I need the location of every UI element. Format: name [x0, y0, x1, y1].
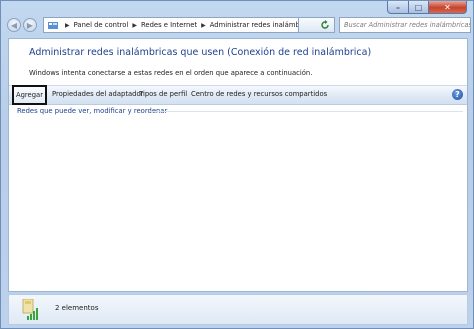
arrow-right-icon: ▶: [26, 20, 34, 30]
breadcrumb-separator: ▶: [132, 21, 137, 29]
breadcrumb-separator: ▶: [201, 21, 206, 29]
search-input[interactable]: Buscar Administrar redes inalámbricas: [339, 17, 471, 33]
arrow-left-icon: ◀: [10, 20, 18, 30]
divider: [149, 111, 463, 112]
forward-button[interactable]: ▶: [23, 18, 37, 32]
caption-buttons: – □ ✕: [387, 1, 467, 15]
profile-types-button[interactable]: Tipos de perfil: [139, 90, 187, 98]
breadcrumb-item[interactable]: Administrar redes inalámbricas: [210, 21, 298, 29]
breadcrumb-item[interactable]: Redes e Internet: [141, 21, 197, 29]
network-center-button[interactable]: Centro de redes y recursos compartidos: [191, 90, 327, 98]
toolbar: Agregar Propiedades del adaptador Tipos …: [9, 85, 467, 105]
window: – □ ✕ ◀ ▶ ▶ Panel de control ▶ Redes e I…: [0, 0, 474, 329]
page-subtitle: Windows intenta conectarse a estas redes…: [29, 69, 313, 77]
minimize-button[interactable]: –: [387, 1, 409, 14]
address-bar[interactable]: ▶ Panel de control ▶ Redes e Internet ▶ …: [43, 17, 299, 33]
main-content: Administrar redes inalámbricas que usen …: [8, 38, 468, 292]
status-bar: 2 elementos: [8, 294, 468, 325]
back-button[interactable]: ◀: [7, 18, 21, 32]
adapter-properties-button[interactable]: Propiedades del adaptador: [52, 90, 143, 98]
close-button[interactable]: ✕: [429, 1, 467, 14]
add-button-label: Agregar: [15, 91, 44, 99]
search-placeholder: Buscar Administrar redes inalámbricas: [344, 21, 471, 29]
help-icon[interactable]: ?: [452, 89, 463, 100]
page-title: Administrar redes inalámbricas que usen …: [29, 47, 372, 58]
navigation-bar: ◀ ▶ ▶ Panel de control ▶ Redes e Interne…: [5, 17, 471, 35]
list-group-header: Redes que puede ver, modificar y reorden…: [17, 107, 168, 115]
add-button[interactable]: Agregar: [12, 85, 47, 105]
breadcrumb-separator: ▶: [65, 21, 70, 29]
refresh-icon: [321, 20, 329, 29]
breadcrumb-item[interactable]: Panel de control: [74, 21, 129, 29]
wireless-network-icon: [19, 298, 41, 321]
item-count: 2 elementos: [55, 304, 99, 312]
control-panel-icon: [48, 21, 58, 29]
maximize-button[interactable]: □: [409, 1, 429, 14]
refresh-button[interactable]: [299, 17, 335, 33]
